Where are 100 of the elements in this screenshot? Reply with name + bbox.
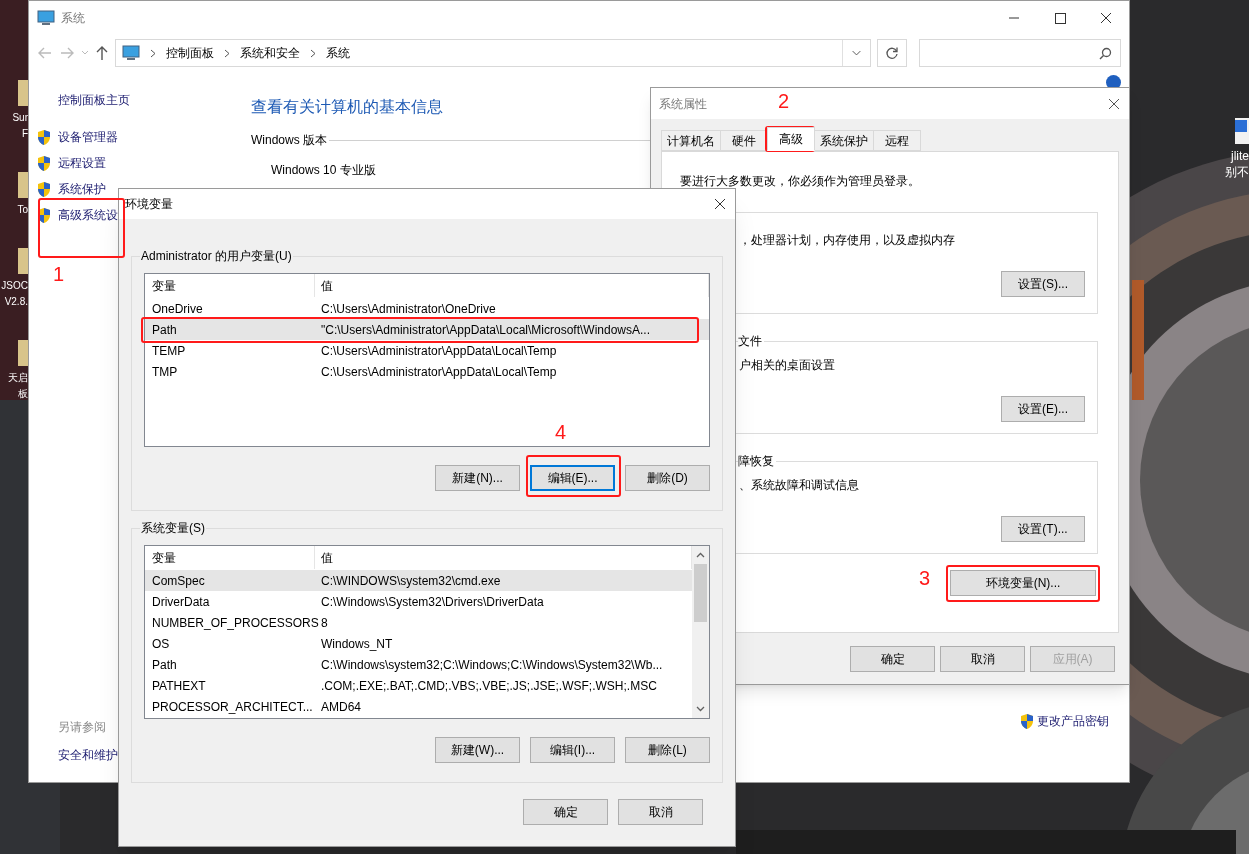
variable-row[interactable]: NUMBER_OF_PROCESSORS 8 [145,612,692,633]
variable-row[interactable]: OS Windows_NT [145,633,692,654]
variable-name: TMP [151,363,179,381]
tab[interactable]: 远程 [873,130,921,151]
variable-row[interactable]: Path C:\Windows\system32;C:\Windows;C:\Windows\System32\Wb... [145,654,692,675]
column-header[interactable]: 变量 [145,546,315,569]
notice-text: 要进行大多数更改，你必须作为管理员登录。 [680,173,921,190]
dialog-button[interactable]: 删除(L) [625,737,710,763]
desktop-icon-label[interactable]: To [17,202,28,218]
variable-name: Path [151,656,178,674]
annotation-number: 3 [919,568,931,588]
sidebar-home-link[interactable]: 控制面板主页 [58,91,251,109]
variable-row[interactable]: PATHEXT .COM;.EXE;.BAT;.CMD;.VBS;.VBE;.JS;.JSE;.WSF;.WSH;.MSC [145,675,692,696]
dialog-button[interactable]: 新建(W)... [435,737,520,763]
desktop-icon[interactable] [18,248,28,274]
tab[interactable]: 硬件 [720,130,768,151]
scroll-down-icon[interactable] [696,706,705,712]
back-icon[interactable] [37,46,53,60]
column-header[interactable]: 变量 [145,274,315,297]
dialog-button[interactable]: 确定 [523,799,608,825]
tab[interactable]: 计算机名 [661,130,721,151]
scrollbar[interactable] [692,546,709,718]
tab[interactable]: 高级 [767,127,815,151]
search-icon [1099,46,1112,60]
shield-icon [1019,712,1035,730]
sidebar-link[interactable]: 高级系统设 [58,206,118,224]
see-also-heading: 另请参阅 [58,719,107,736]
dialog-title: 环境变量 [125,196,173,213]
variable-row[interactable]: PROCESSOR_ARCHITECT... AMD64 [145,696,692,717]
desktop-icon[interactable] [18,80,28,106]
group-description: 、系统故障和调试信息 [739,477,860,494]
annotation-number: 1 [53,264,65,284]
refresh-button[interactable] [877,39,907,67]
variable-value: 8 [320,614,329,632]
desktop-icon[interactable] [18,340,28,366]
dialog-button[interactable]: 设置(S)... [1001,271,1085,297]
up-icon[interactable] [95,45,109,61]
group-title: 系统变量(S) [140,520,206,537]
scroll-thumb[interactable] [694,564,707,622]
dialog-button[interactable]: 环境变量(N)... [950,570,1096,596]
chevron-icon [310,48,316,58]
variable-row[interactable]: OneDrive C:\Users\Administrator\OneDrive [145,298,709,319]
variable-name: PROCESSOR_ARCHITECT... [151,698,314,716]
chevron-icon [150,48,156,58]
dialog-button[interactable]: 设置(E)... [1001,396,1085,422]
variable-row[interactable]: ComSpec C:\WINDOWS\system32\cmd.exe [145,570,692,591]
breadcrumb[interactable]: 系统和安全 [240,44,300,62]
breadcrumb[interactable]: 系统 [326,44,350,62]
dialog-button[interactable]: 取消 [618,799,703,825]
dialog-button[interactable]: 编辑(E)... [530,465,615,491]
dialog-title: 系统属性 [659,95,707,113]
dialog-button[interactable]: 删除(D) [625,465,710,491]
group-title: 障恢复 [738,453,775,470]
desktop-icon-label[interactable]: jlite [1231,148,1249,164]
scroll-up-icon[interactable] [696,552,705,558]
sidebar-link[interactable]: 系统保护 [58,180,106,198]
desktop-icon-label[interactable]: 板 [18,386,28,402]
group-title: 文件 [738,333,763,350]
desktop-icon[interactable] [18,172,28,198]
shield-icon [36,154,52,172]
sidebar-link[interactable]: 设备管理器 [58,128,118,146]
variable-value: AMD64 [320,698,362,716]
computer-icon [37,10,55,26]
dialog-button[interactable]: 编辑(I)... [530,737,615,763]
forward-icon[interactable] [59,46,75,60]
variable-value: C:\Windows\System32\Drivers\DriverData [320,593,545,611]
caret-icon[interactable] [81,50,89,56]
desktop-icon-label[interactable]: JSOC [1,278,28,294]
address-bar[interactable]: 控制面板 系统和安全 系统 [115,39,871,67]
sidebar-link[interactable]: 远程设置 [58,154,106,172]
dialog-button[interactable]: 确定 [850,646,935,672]
variable-row[interactable]: Path "C:\Users\Administrator\AppData\Local\Microsoft\WindowsA... [145,319,709,340]
breadcrumb[interactable]: 控制面板 [166,44,214,62]
chevron-icon [224,48,230,58]
search-field[interactable] [919,39,1121,67]
desktop-icon-label[interactable]: V2.8. [4,294,28,310]
column-header[interactable]: 值 [315,274,709,297]
variable-row[interactable]: TMP C:\Users\Administrator\AppData\Local\Temp [145,361,709,382]
dialog-button[interactable]: 取消 [940,646,1025,672]
document-icon[interactable] [1235,118,1249,144]
variable-name: OneDrive [151,300,204,318]
variable-name: DriverData [151,593,211,611]
variable-value: C:\Users\Administrator\AppData\Local\Temp [320,363,558,381]
variable-row[interactable]: DriverData C:\Windows\System32\Drivers\DriverData [145,591,692,612]
desktop-icon-label[interactable]: 别不 [1225,164,1249,180]
variable-name: PATHEXT [151,677,207,695]
highlight-box [765,126,815,152]
dialog-button[interactable]: 设置(T)... [1001,516,1085,542]
desktop-icon-label[interactable]: F [21,126,28,142]
desktop-icon-label[interactable]: Sur [12,110,28,126]
annotation-number: 4 [555,422,567,442]
product-key-link[interactable]: 更改产品密钥 [1037,712,1109,730]
desktop-icon-label[interactable]: 天启 [8,370,28,386]
dialog-button[interactable]: 新建(N)... [435,465,520,491]
group-title: Administrator 的用户变量(U) [140,248,293,265]
variable-row[interactable]: TEMP C:\Users\Administrator\AppData\Local\Temp [145,340,709,361]
variable-value: C:\Users\Administrator\OneDrive [320,300,497,318]
window-title: 系统 [61,10,85,27]
variable-value: C:\Windows\system32;C:\Windows;C:\Windows\System32\Wb... [320,656,664,674]
tab[interactable]: 系统保护 [814,130,874,151]
